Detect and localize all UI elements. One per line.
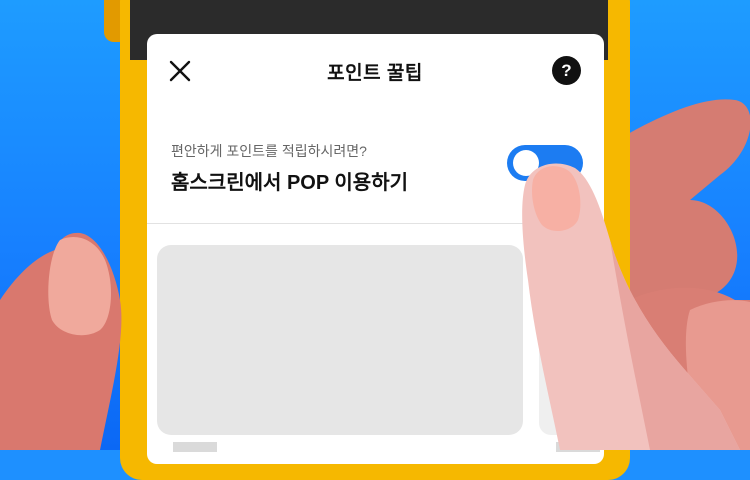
setting-label: 홈스크린에서 POP 이용하기 <box>171 172 408 194</box>
help-icon: ? <box>561 61 572 80</box>
tip-card-placeholder[interactable] <box>157 245 523 435</box>
help-button[interactable]: ? <box>552 56 581 85</box>
toggle-knob <box>513 150 539 176</box>
page-title: 포인트 꿀팁 <box>327 63 423 84</box>
placeholder-text-line <box>173 442 217 452</box>
tip-card-placeholder-next[interactable] <box>539 243 609 435</box>
placeholder-text-line <box>556 442 600 452</box>
setting-subtext: 편안하게 포인트를 적립하시려면? <box>171 143 367 159</box>
homescreen-pop-toggle[interactable] <box>507 145 583 181</box>
divider <box>147 223 604 224</box>
